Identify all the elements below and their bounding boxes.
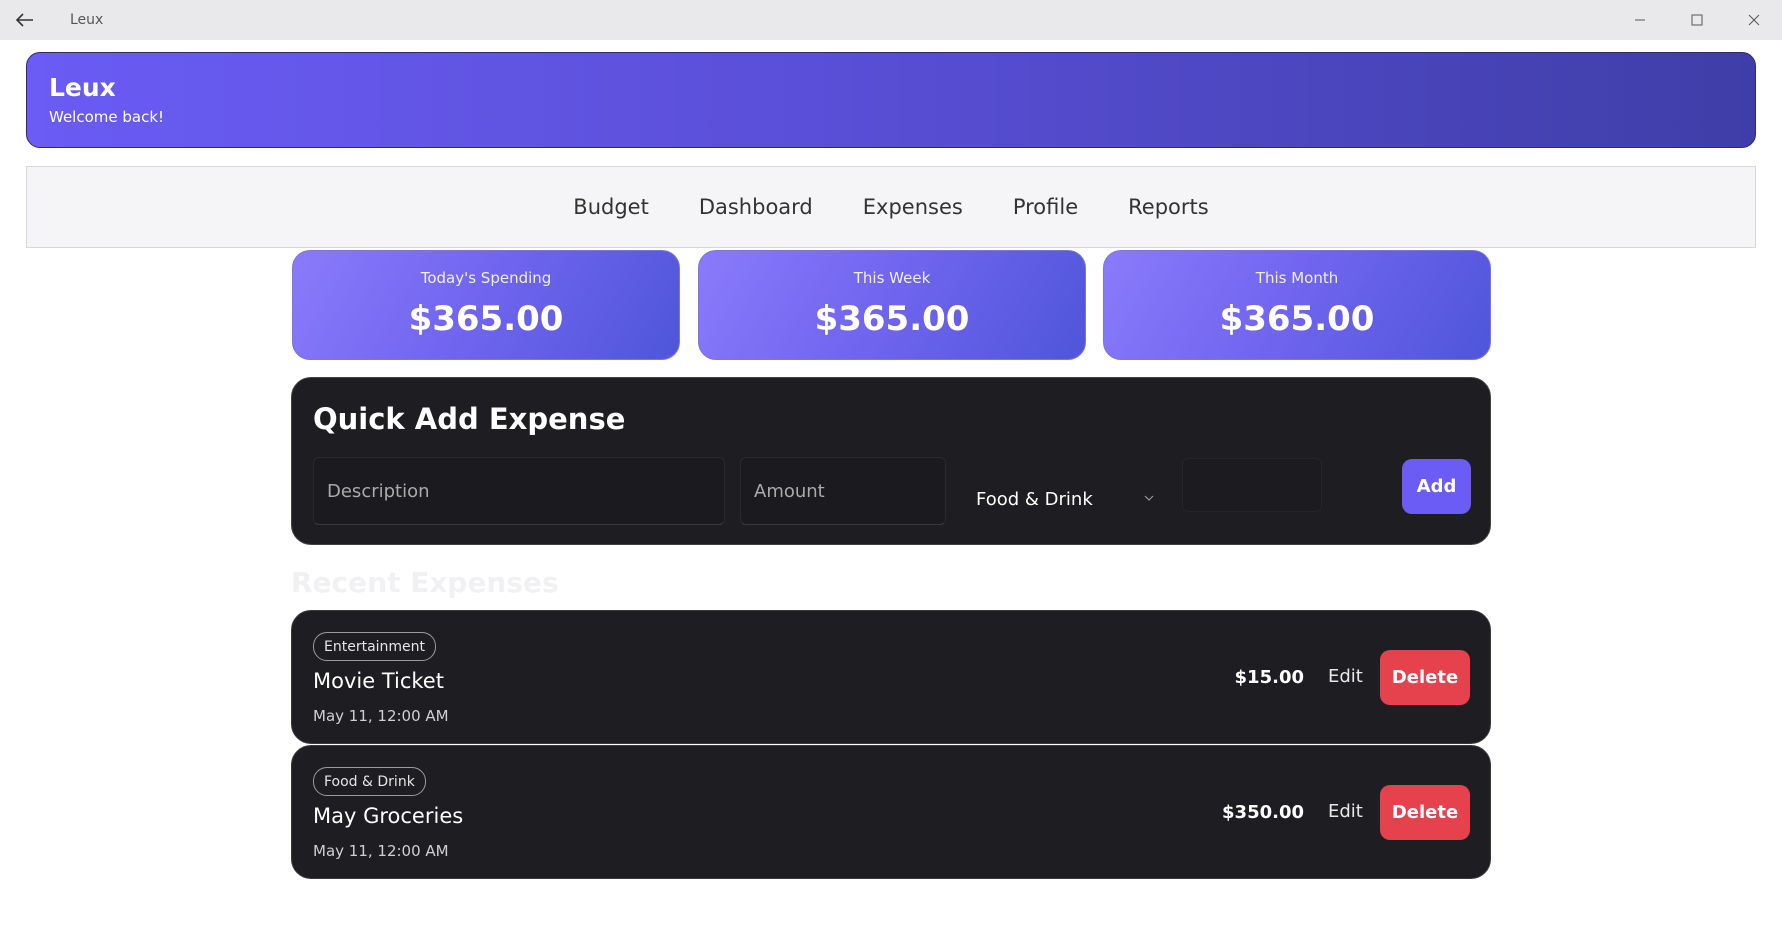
quick-add-title: Quick Add Expense — [313, 402, 626, 436]
expense-date: May 11, 12:00 AM — [313, 707, 449, 725]
stat-card-month: This Month $365.00 — [1103, 250, 1491, 360]
app-header: Leux Welcome back! — [26, 52, 1756, 148]
amount-placeholder: Amount — [754, 480, 825, 502]
category-badge: Food & Drink — [313, 767, 426, 796]
stat-card-week: This Week $365.00 — [698, 250, 1086, 360]
delete-button[interactable]: Delete — [1380, 785, 1470, 840]
edit-button[interactable]: Edit — [1328, 801, 1363, 822]
stat-value: $365.00 — [408, 299, 564, 339]
category-badge: Entertainment — [313, 632, 437, 661]
title-bar: Leux — [0, 0, 1782, 40]
recent-expenses-title: Recent Expenses — [291, 566, 559, 599]
minimize-icon[interactable] — [1611, 0, 1668, 40]
quick-add-panel: Quick Add Expense Description Amount Foo… — [291, 377, 1491, 545]
expense-amount: $15.00 — [1234, 667, 1304, 688]
expense-card: Food & Drink May Groceries May 11, 12:00… — [291, 745, 1491, 879]
amount-input[interactable]: Amount — [740, 457, 946, 525]
nav-expenses[interactable]: Expenses — [838, 195, 988, 219]
add-button[interactable]: Add — [1402, 459, 1471, 514]
description-placeholder: Description — [327, 480, 430, 502]
stat-card-today: Today's Spending $365.00 — [292, 250, 680, 360]
window-title: Leux — [70, 12, 104, 28]
description-input[interactable]: Description — [313, 457, 725, 525]
expense-card: Entertainment Movie Ticket May 11, 12:00… — [291, 610, 1491, 744]
expense-name: Movie Ticket — [313, 669, 444, 693]
delete-button[interactable]: Delete — [1380, 650, 1470, 705]
nav-profile[interactable]: Profile — [988, 195, 1103, 219]
app-title: Leux — [49, 73, 116, 102]
category-value: Food & Drink — [976, 489, 1093, 510]
nav-dashboard[interactable]: Dashboard — [674, 195, 838, 219]
stat-label: Today's Spending — [420, 269, 552, 287]
stat-value: $365.00 — [1219, 299, 1375, 339]
expense-date: May 11, 12:00 AM — [313, 842, 449, 860]
chevron-down-icon — [1144, 485, 1154, 506]
edit-button[interactable]: Edit — [1328, 666, 1363, 687]
nav-reports[interactable]: Reports — [1103, 195, 1234, 219]
welcome-text: Welcome back! — [49, 108, 165, 126]
maximize-icon[interactable] — [1668, 0, 1725, 40]
stat-value: $365.00 — [814, 299, 970, 339]
back-arrow-icon[interactable] — [0, 0, 50, 40]
close-icon[interactable] — [1725, 0, 1782, 40]
nav-budget[interactable]: Budget — [548, 195, 674, 219]
expense-amount: $350.00 — [1222, 802, 1304, 823]
stat-label: This Week — [853, 269, 931, 287]
main-nav: Budget Dashboard Expenses Profile Report… — [26, 166, 1756, 248]
stat-label: This Month — [1255, 269, 1339, 287]
expense-name: May Groceries — [313, 804, 464, 828]
date-input[interactable] — [1182, 458, 1322, 512]
category-select[interactable]: Food & Drink — [964, 458, 1168, 518]
